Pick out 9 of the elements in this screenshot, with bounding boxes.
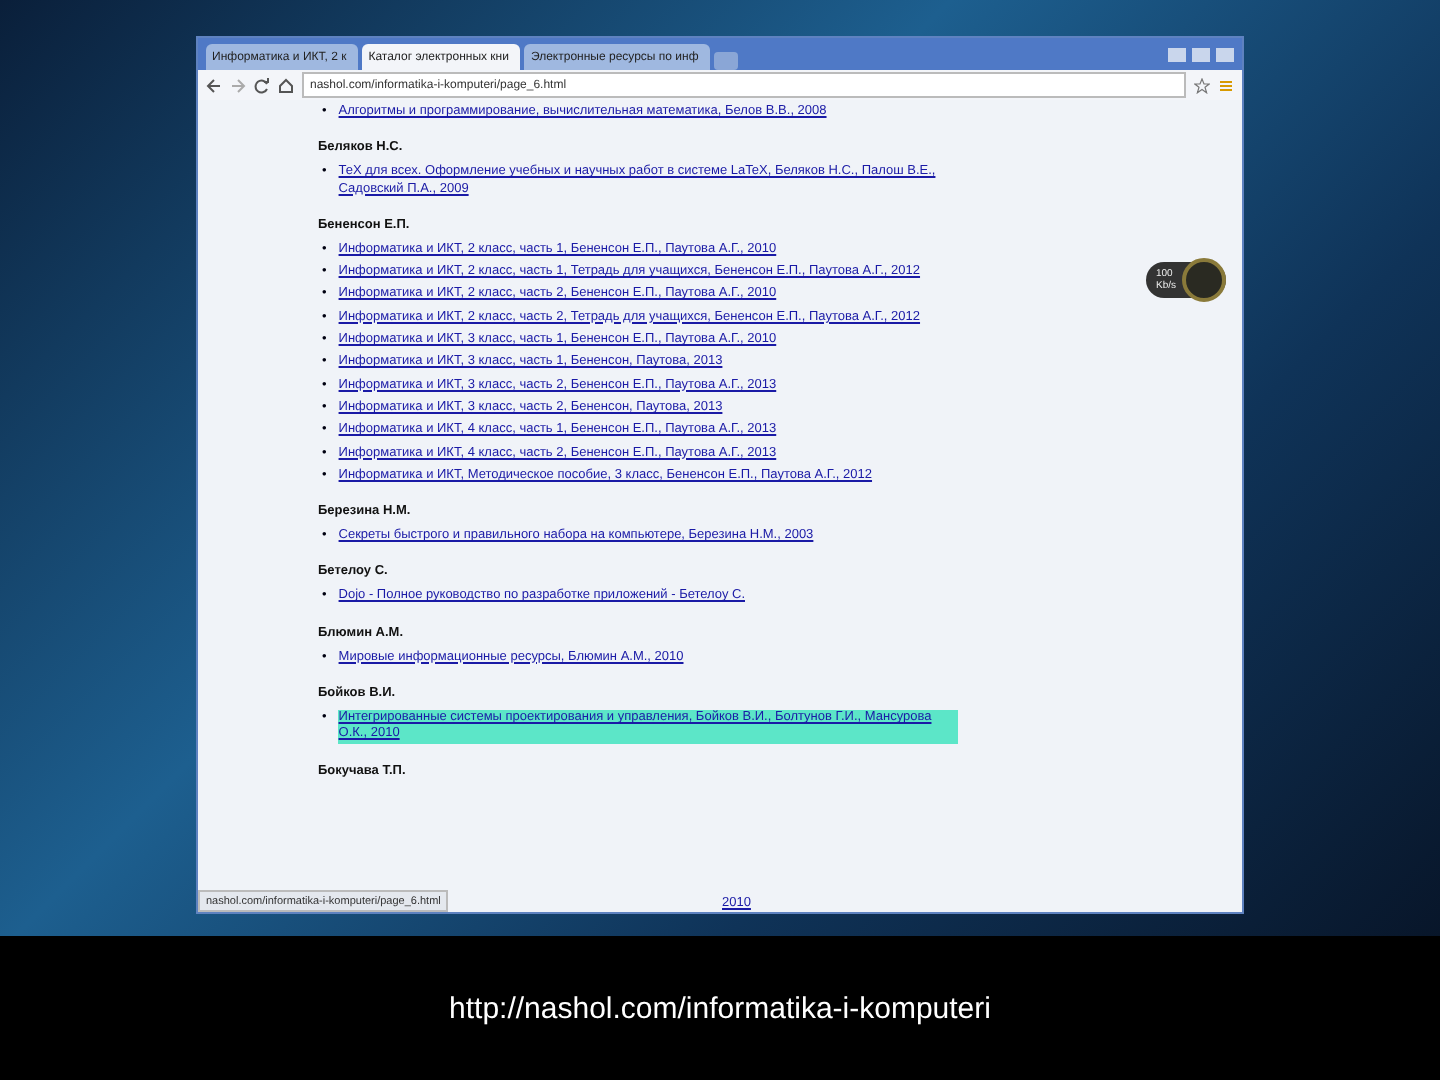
menu-icon[interactable] — [1218, 77, 1234, 93]
new-tab-button[interactable] — [714, 52, 739, 70]
source-url: http://nashol.com/informatika-i-komputeri — [449, 991, 991, 1025]
gauge-icon — [1182, 258, 1226, 302]
star-icon[interactable] — [1194, 77, 1210, 93]
home-icon[interactable] — [278, 77, 294, 93]
reload-icon[interactable] — [254, 77, 270, 93]
forward-arrow-icon[interactable] — [230, 77, 246, 93]
back-arrow-icon[interactable] — [206, 77, 222, 93]
